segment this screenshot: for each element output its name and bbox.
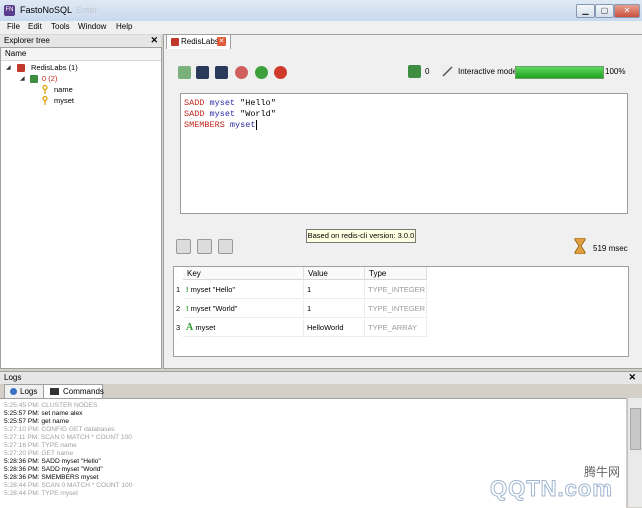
log-line: 5:27:10 PM: CONFIG GET databases: [4, 426, 115, 433]
menu-edit[interactable]: Edit: [28, 22, 42, 31]
version-tooltip: Based on redis-cli version: 3.0.0: [306, 229, 416, 243]
logs-close-icon[interactable]: ✕: [628, 372, 636, 383]
exec-time: 519 msec: [593, 244, 628, 253]
tab-label: RedisLabs: [181, 37, 219, 46]
row-number: 3: [176, 323, 181, 332]
array-icon: A: [186, 322, 194, 333]
menu-help[interactable]: Help: [116, 22, 132, 31]
log-line: 5:28:36 PM: SADD myset "Hello": [4, 458, 101, 465]
integer-icon: !: [186, 304, 189, 313]
explorer-tree: Name ◢ RedisLabs (1) ◢ 0 (2) name myset: [0, 47, 162, 369]
connect-icon[interactable]: [178, 66, 191, 79]
code-line: SADD myset "World": [184, 109, 276, 119]
server-icon: [17, 64, 25, 72]
type-cell: TYPE_INTEGER: [365, 300, 427, 318]
close-window-button[interactable]: ✕: [614, 4, 640, 18]
progress-text: 100%: [605, 67, 626, 76]
text-view-icon[interactable]: [218, 239, 233, 254]
execute-icon[interactable]: [255, 66, 268, 79]
tab-redislabs[interactable]: RedisLabs ✕: [166, 34, 231, 49]
log-line: 5:27:16 PM: TYPE name: [4, 442, 77, 449]
menu-file[interactable]: File: [7, 22, 20, 31]
log-line: 5:25:45 PM: CLUSTER NODES: [4, 402, 98, 409]
mode-label: Interactive mode: [458, 67, 518, 76]
terminal-icon: [50, 388, 59, 395]
log-line: 5:25:57 PM: get name: [4, 418, 69, 425]
stop-icon[interactable]: [274, 66, 287, 79]
key-label: name: [54, 85, 73, 94]
log-line: 5:28:36 PM: SADD myset "World": [4, 466, 103, 473]
watermark-en: QQTN.com: [490, 476, 613, 502]
keys-count-icon: [408, 65, 421, 78]
menu-tools[interactable]: Tools: [51, 22, 70, 31]
key-cell: ! myset "Hello": [183, 281, 304, 299]
logs-title: Logs: [4, 373, 22, 382]
type-cell: TYPE_ARRAY: [365, 319, 427, 337]
results-table: Key Value Type 1 ! myset "Hello" 1 TYPE_…: [173, 266, 629, 357]
save-as-icon[interactable]: [215, 66, 228, 79]
table-view-icon[interactable]: [197, 239, 212, 254]
code-line: SMEMBERS myset: [184, 120, 258, 130]
logs-icon: [10, 388, 17, 395]
tab-logs[interactable]: Logs: [4, 384, 44, 398]
logs-scrollbar[interactable]: [627, 398, 642, 507]
maximize-button[interactable]: ▢: [595, 4, 614, 18]
tab-commands[interactable]: Commands: [43, 384, 104, 398]
progress-bar: [515, 66, 604, 79]
log-line: 5:25:57 PM: set name alex: [4, 410, 83, 417]
log-line: 5:28:44 PM: SCAN 0 MATCH * COUNT 100: [4, 482, 133, 489]
server-icon: [171, 38, 179, 46]
code-line: SADD myset "Hello": [184, 98, 276, 108]
save-icon[interactable]: [196, 66, 209, 79]
logs-header: Logs ✕: [0, 371, 642, 384]
help-icon[interactable]: [235, 66, 248, 79]
row-number: 2: [176, 304, 181, 313]
tree-column-header: Name: [1, 48, 161, 61]
log-line: 5:27:20 PM: GET name: [4, 450, 74, 457]
log-line: 5:28:36 PM: SMEMBERS myset: [4, 474, 99, 481]
interactive-mode-icon[interactable]: [441, 65, 454, 78]
menu-bar: File Edit Tools Window Help: [0, 21, 642, 35]
tree-view-icon[interactable]: [176, 239, 191, 254]
value-cell: 1: [304, 281, 365, 299]
expand-arrow-icon[interactable]: ◢: [6, 63, 11, 73]
log-line: 5:27:11 PM: SCAN 0 MATCH * COUNT 100: [4, 434, 132, 441]
row-number: 1: [176, 285, 181, 294]
value-cell: 1: [304, 300, 365, 318]
tab-close-icon[interactable]: ✕: [217, 37, 226, 46]
explorer-title: Explorer tree: [4, 36, 50, 45]
key-cell: A myset: [183, 319, 304, 337]
watermark-emblem-icon: [434, 454, 486, 498]
minimize-button[interactable]: ▁: [576, 4, 595, 18]
window-title: FastoNoSQL Enter: [20, 5, 98, 15]
explorer-close-icon[interactable]: ✕: [150, 35, 158, 46]
value-cell: HelloWorld: [304, 319, 365, 337]
text-cursor: [256, 120, 258, 130]
column-header-key[interactable]: Key: [183, 267, 304, 280]
tree-column-name: Name: [5, 49, 27, 58]
database-label: 0 (2): [42, 74, 58, 83]
app-icon: FN: [4, 5, 15, 16]
progress-fill: [516, 67, 603, 78]
key-count: 0: [425, 67, 430, 76]
scrollbar-thumb[interactable]: [630, 408, 641, 450]
column-header-type[interactable]: Type: [365, 267, 427, 280]
log-line: 5:28:44 PM: TYPE myset: [4, 490, 78, 497]
key-cell: ! myset "World": [183, 300, 304, 318]
title-bar: FN FastoNoSQL Enter ▁ ▢ ✕: [0, 0, 642, 22]
server-label: RedisLabs (1): [31, 63, 78, 72]
expand-arrow-icon[interactable]: ◢: [20, 74, 25, 84]
column-header-value[interactable]: Value: [304, 267, 365, 280]
integer-icon: !: [186, 285, 189, 294]
type-cell: TYPE_INTEGER: [365, 281, 427, 299]
key-icon: [42, 85, 48, 94]
database-icon: [30, 75, 38, 83]
hourglass-icon: [574, 238, 586, 254]
query-editor[interactable]: SADD myset "Hello" SADD myset "World" SM…: [180, 93, 628, 214]
key-label: myset: [54, 96, 75, 105]
menu-window[interactable]: Window: [78, 22, 106, 31]
key-icon: [42, 96, 48, 105]
